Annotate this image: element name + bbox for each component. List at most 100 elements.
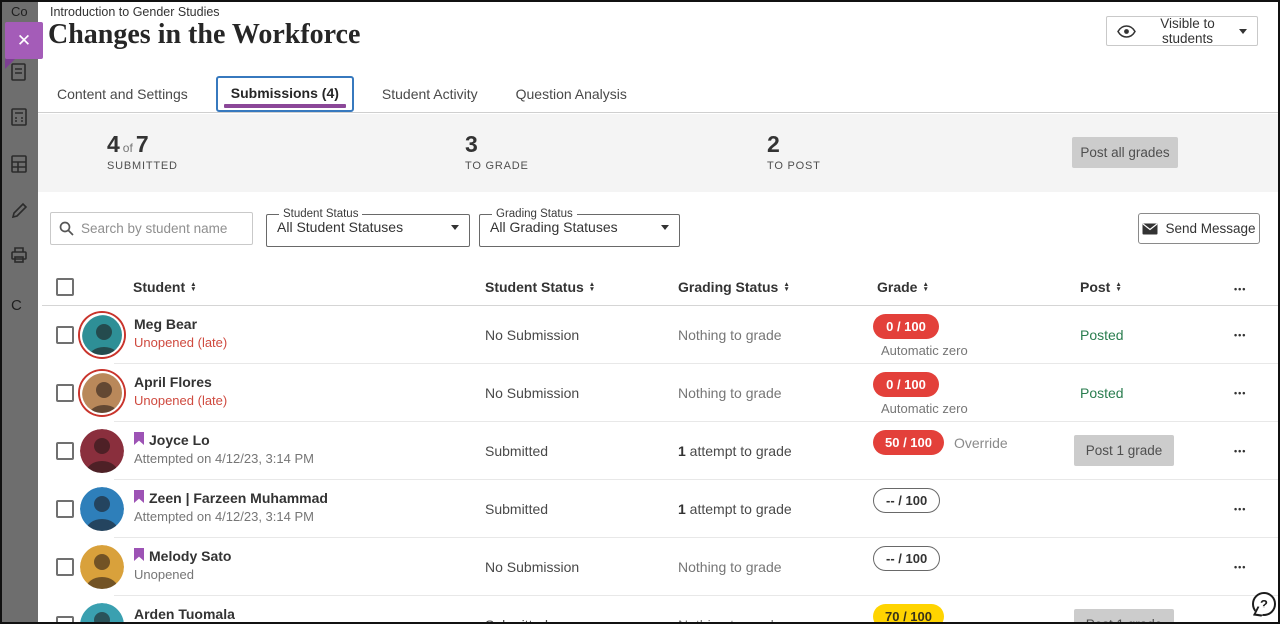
- row-options-menu[interactable]: •••: [1234, 562, 1246, 572]
- stat-submitted-value: 4: [107, 131, 120, 157]
- column-header-grade[interactable]: Grade ▲▼: [877, 279, 929, 295]
- column-header-student-status[interactable]: Student Status ▲▼: [485, 279, 595, 295]
- chevron-down-icon: [451, 225, 459, 230]
- tab-student-activity[interactable]: Student Activity: [372, 78, 488, 110]
- column-header-student-label: Student: [133, 279, 185, 295]
- student-status-cell: Submitted: [485, 443, 548, 459]
- grade-pill[interactable]: 0 / 100: [873, 372, 939, 397]
- grade-note: Automatic zero: [881, 401, 1073, 416]
- avatar: [80, 313, 124, 357]
- stat-submitted-label: SUBMITTED: [107, 160, 178, 172]
- avatar: [80, 371, 124, 415]
- tab-question-analysis[interactable]: Question Analysis: [506, 78, 637, 110]
- chevron-down-icon: [1239, 29, 1247, 34]
- post-grade-button[interactable]: Post 1 grade: [1074, 435, 1174, 466]
- student-status-dropdown[interactable]: Student Status All Student Statuses: [266, 208, 470, 247]
- posted-status[interactable]: Posted: [1080, 385, 1124, 401]
- row-options-menu[interactable]: •••: [1234, 330, 1246, 340]
- visibility-label: Visible to students: [1144, 16, 1231, 46]
- grade-cell: 70 / 100: [873, 604, 1073, 622]
- post-all-grades-button[interactable]: Post all grades: [1072, 137, 1178, 168]
- search-input[interactable]: [81, 221, 244, 236]
- row-checkbox[interactable]: [56, 326, 74, 344]
- student-name-block: Meg BearUnopened (late): [134, 316, 227, 350]
- row-checkbox[interactable]: [56, 558, 74, 576]
- table-row: April FloresUnopened (late) No Submission…: [38, 364, 1278, 422]
- search-icon: [59, 221, 74, 236]
- help-button[interactable]: ?: [1252, 592, 1276, 616]
- stat-submitted-of: of: [120, 141, 136, 155]
- grade-cell: -- / 100: [873, 488, 1073, 513]
- send-message-button[interactable]: Send Message: [1138, 213, 1260, 244]
- bookmark-flag-icon: [134, 490, 144, 506]
- avatar: [80, 487, 124, 531]
- grade-cell: 50 / 100Override: [873, 430, 1073, 455]
- student-name[interactable]: April Flores: [134, 374, 212, 390]
- row-options-menu[interactable]: •••: [1234, 504, 1246, 514]
- select-all-checkbox[interactable]: [56, 278, 74, 296]
- grade-note: Automatic zero: [881, 343, 1073, 358]
- column-header-grading-status-label: Grading Status: [678, 279, 778, 295]
- column-header-student[interactable]: Student ▲▼: [133, 279, 197, 295]
- student-name[interactable]: Joyce Lo: [149, 432, 210, 448]
- table-body: Meg BearUnopened (late) No Submission Noth…: [38, 306, 1278, 622]
- grading-count: 1: [678, 443, 686, 459]
- sort-icon: ▲▼: [1115, 282, 1121, 292]
- row-checkbox[interactable]: [56, 500, 74, 518]
- grade-pill[interactable]: 0 / 100: [873, 314, 939, 339]
- stat-to-grade-value: 3: [465, 131, 529, 158]
- row-checkbox[interactable]: [56, 616, 74, 622]
- row-checkbox[interactable]: [56, 442, 74, 460]
- row-options-menu[interactable]: •••: [1234, 446, 1246, 456]
- grade-pill[interactable]: -- / 100: [873, 546, 940, 571]
- student-name[interactable]: Melody Sato: [149, 548, 231, 564]
- grading-count: 1: [678, 501, 686, 517]
- column-header-grade-label: Grade: [877, 279, 917, 295]
- background-text-top: Co: [11, 4, 28, 19]
- student-name-block: Melody Sato Unopened: [134, 548, 231, 582]
- grading-status-cell: Nothing to grade: [678, 617, 782, 622]
- student-name[interactable]: Arden Tuomala: [134, 606, 235, 622]
- tab-submissions[interactable]: Submissions (4): [216, 76, 354, 112]
- close-icon: ✕: [17, 31, 31, 51]
- bookmark-flag-icon: [134, 432, 144, 448]
- grade-pill[interactable]: 70 / 100: [873, 604, 944, 622]
- filter-row: Student Status All Student Statuses Grad…: [38, 192, 1278, 268]
- page-title: Changes in the Workforce: [48, 19, 360, 51]
- row-options-menu[interactable]: •••: [1234, 388, 1246, 398]
- stat-submitted-total: 7: [136, 131, 149, 157]
- send-message-label: Send Message: [1165, 221, 1255, 236]
- envelope-icon: [1142, 223, 1158, 235]
- student-name[interactable]: Meg Bear: [134, 316, 197, 332]
- stat-submitted: 4of7 SUBMITTED: [107, 131, 178, 172]
- column-header-grading-status[interactable]: Grading Status ▲▼: [678, 279, 790, 295]
- post-grade-button[interactable]: Post 1 grade: [1074, 609, 1174, 622]
- visibility-dropdown[interactable]: Visible to students: [1106, 16, 1258, 46]
- student-substatus: Attempted on 4/12/23, 3:14 PM: [134, 451, 314, 466]
- table-header: Student ▲▼ Student Status ▲▼ Grading Sta…: [38, 268, 1278, 306]
- table-row: Meg BearUnopened (late)No SubmissionNoth…: [38, 306, 1278, 364]
- student-name[interactable]: Zeen | Farzeen Muhammad: [149, 490, 328, 506]
- close-tab-fold: [5, 59, 15, 69]
- grade-cell: 0 / 100 Automatic zero: [873, 314, 1073, 358]
- table-options-menu[interactable]: •••: [1234, 284, 1246, 294]
- student-status-dropdown-value: All Student Statuses: [277, 219, 403, 235]
- grade-pill[interactable]: 50 / 100: [873, 430, 944, 455]
- posted-status[interactable]: Posted: [1080, 327, 1124, 343]
- eye-icon: [1117, 25, 1136, 38]
- row-options-menu[interactable]: •••: [1234, 620, 1246, 622]
- student-substatus: Unopened: [134, 567, 231, 582]
- row-checkbox[interactable]: [56, 384, 74, 402]
- close-panel-button[interactable]: ✕: [5, 22, 43, 59]
- student-status-cell: No Submission: [485, 385, 579, 401]
- column-header-post[interactable]: Post ▲▼: [1080, 279, 1122, 295]
- search-box: [50, 212, 253, 245]
- student-name-line: Meg Bear: [134, 316, 227, 332]
- table-row: Joyce Lo Attempted on 4/12/23, 3:14 PM Sub…: [38, 422, 1278, 480]
- tab-content-and-settings[interactable]: Content and Settings: [47, 78, 198, 110]
- grading-status-dropdown[interactable]: Grading Status All Grading Statuses: [479, 208, 680, 247]
- student-name-block: April FloresUnopened (late): [134, 374, 227, 408]
- sort-icon: ▲▼: [922, 282, 928, 292]
- grade-pill[interactable]: -- / 100: [873, 488, 940, 513]
- student-status-cell: Submitted: [485, 617, 548, 622]
